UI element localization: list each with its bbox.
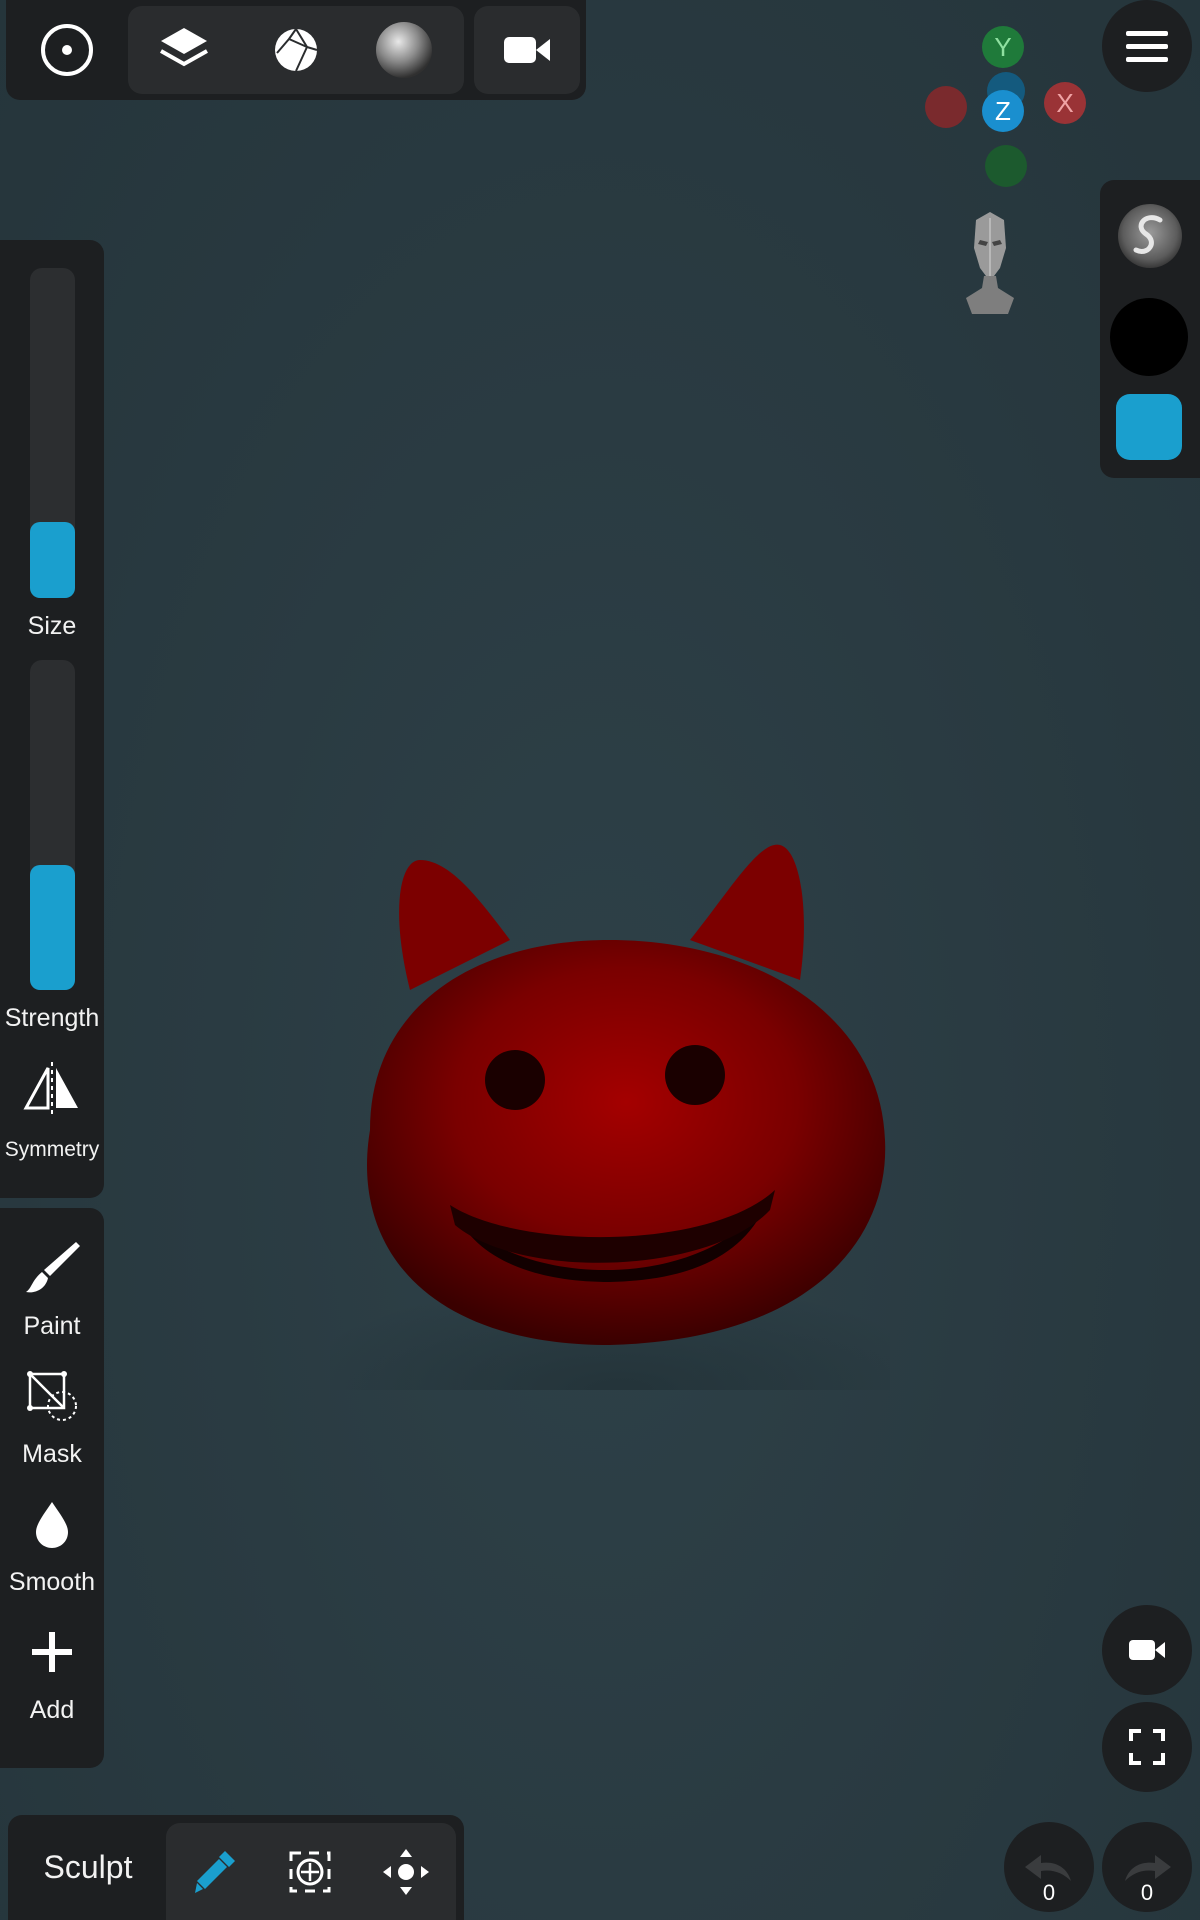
camera-view-button[interactable] [1102,1605,1192,1695]
sculpt-brush-icon [195,1850,235,1893]
strength-label: Strength [4,1004,100,1032]
camera-group [474,6,580,94]
axis-gizmo[interactable]: Y Z X [920,20,1090,190]
drop-icon [36,1502,68,1548]
symmetry-icon [23,1062,78,1116]
mask-icon [27,1371,77,1421]
axis-x-label: X [1056,87,1074,118]
axis-x-neg-dot[interactable] [925,86,967,128]
mode-tools-group [166,1823,456,1920]
wireframe-sphere-icon [275,28,318,72]
matcap-icon [1118,204,1182,268]
right-material-panel [1100,180,1200,478]
axis-y-dot[interactable]: Y [982,26,1024,68]
color-swatch-accent[interactable] [1116,394,1182,460]
material-button[interactable] [354,10,454,90]
size-slider[interactable] [30,268,75,598]
matcap-button[interactable] [1116,202,1184,270]
redo-count: 0 [1140,1880,1154,1905]
mode-bar: Sculpt [8,1815,464,1920]
axis-y-neg-dot[interactable] [985,145,1027,187]
brush-icon [26,1242,80,1293]
sculpt-mode-button[interactable] [166,1823,262,1920]
scene-tools-group [128,6,464,94]
tool-paint[interactable]: Paint [0,1238,104,1356]
transform-mode-button[interactable] [262,1823,358,1920]
symmetry-button[interactable]: Symmetry [0,1058,104,1168]
symmetry-label: Symmetry [4,1138,100,1161]
video-camera-icon [1129,1640,1165,1660]
size-slider-fill[interactable] [30,522,75,598]
left-brush-panel: Size Strength Symmetry [0,240,104,1198]
move-arrows-icon [383,1848,429,1895]
frame-view-button[interactable] [1102,1702,1192,1792]
axis-x-dot[interactable]: X [1044,82,1086,124]
axis-z-dot[interactable]: Z [982,90,1024,132]
target-icon [41,24,93,76]
axis-z-label: Z [995,95,1011,126]
pivot-target-button[interactable] [22,10,112,90]
video-camera-icon [504,37,550,63]
strength-slider[interactable] [30,660,75,990]
layers-button[interactable] [134,10,234,90]
axis-y-label: Y [994,31,1012,62]
tool-shortcuts-panel: Paint Mask Smooth Add [0,1208,104,1768]
tool-add-label: Add [29,1696,75,1724]
strength-slider-fill[interactable] [30,865,75,990]
tool-mask-label: Mask [22,1440,82,1468]
tool-smooth[interactable]: Smooth [0,1494,104,1612]
tool-paint-label: Paint [23,1312,81,1340]
main-menu-button[interactable] [1102,0,1192,92]
move-mode-button[interactable] [358,1823,454,1920]
mode-label[interactable]: Sculpt [8,1815,168,1920]
viewport-model[interactable] [290,830,950,1500]
model-render [290,844,950,1500]
top-toolbar [6,0,586,100]
size-label: Size [27,612,77,640]
head-bust-icon [966,212,1014,314]
camera-button[interactable] [474,6,580,94]
plus-icon [32,1632,72,1672]
gizmo-rotate-icon [289,1851,331,1892]
view-orientation-head[interactable] [960,210,1020,320]
topology-button[interactable] [246,10,346,90]
tool-smooth-label: Smooth [8,1568,96,1596]
tool-mask[interactable]: Mask [0,1366,104,1484]
tool-add[interactable]: Add [0,1622,104,1740]
fullscreen-icon [1129,1729,1165,1765]
layers-icon [160,28,208,67]
undo-count: 0 [1042,1880,1056,1905]
material-sphere-icon [376,22,432,78]
hamburger-icon [1126,31,1168,62]
color-swatch-black[interactable] [1110,298,1188,376]
